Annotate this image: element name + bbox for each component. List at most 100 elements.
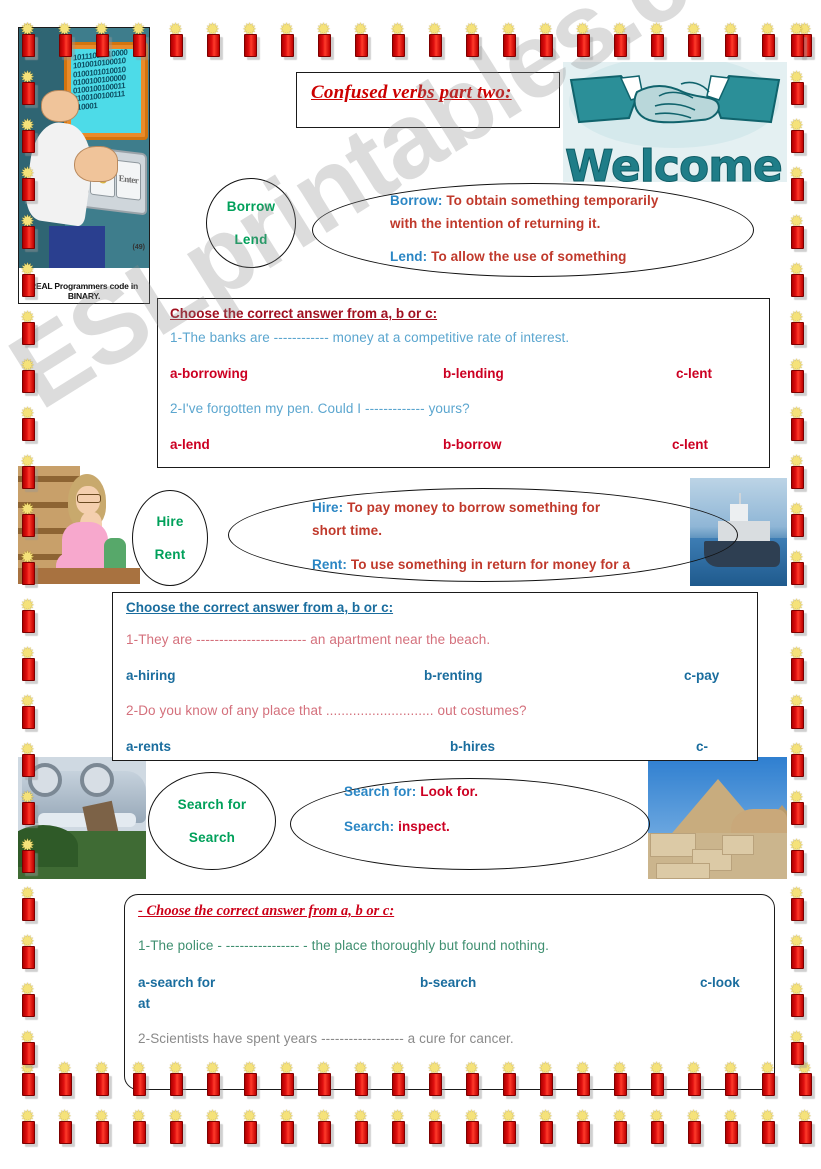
firecracker-icon (18, 934, 36, 969)
firecracker-icon (499, 22, 517, 57)
firecracker-icon (536, 1061, 554, 1096)
definition-search: Search: inspect. (344, 819, 450, 834)
firecracker-icon (647, 22, 665, 57)
firecracker-icon (795, 1061, 813, 1096)
definition-rent: Rent: To use something in return for mon… (312, 557, 630, 572)
firecracker-icon (18, 70, 36, 105)
firecracker-icon (18, 790, 36, 825)
firecracker-icon (388, 1109, 406, 1144)
firecracker-icon (129, 22, 147, 57)
firecracker-icon (314, 1061, 332, 1096)
firecracker-icon (462, 1061, 480, 1096)
definition-hire: Hire: To pay money to borrow something f… (312, 500, 600, 515)
exercise-1-q1-option-b[interactable]: b-lending (443, 366, 504, 381)
definition-text: To allow the use of something (431, 249, 627, 264)
exercise-1-question-1: 1-The banks are ------------ money at a … (170, 330, 570, 345)
welcome-handshake-image: Welcome! (563, 62, 787, 182)
firecracker-icon (240, 22, 258, 57)
definition-text: To pay money to borrow something for (347, 500, 601, 515)
exercise-2-q2-option-a[interactable]: a-rents (126, 739, 171, 754)
exercise-1-q2-option-a[interactable]: a-lend (170, 437, 210, 452)
exercise-1-q2-option-b[interactable]: b-borrow (443, 437, 502, 452)
firecracker-icon (647, 1061, 665, 1096)
firecracker-icon (536, 22, 554, 57)
exercise-3-question-2: 2-Scientists have spent years ----------… (138, 1031, 514, 1046)
firecracker-icon (18, 838, 36, 873)
firecracker-icon (18, 166, 36, 201)
firecracker-icon (787, 982, 805, 1017)
firecracker-icon (240, 1109, 258, 1144)
firecracker-icon (499, 1109, 517, 1144)
firecracker-icon (166, 1109, 184, 1144)
firecracker-icon (18, 646, 36, 681)
firecracker-icon (18, 742, 36, 777)
firecracker-icon (787, 310, 805, 345)
circle-word-lend: Lend (234, 232, 268, 247)
firecracker-icon (277, 1109, 295, 1144)
firecracker-icon (277, 22, 295, 57)
binary-programmer-cartoon: 10111011110000 1010010100010 01001010100… (18, 27, 150, 304)
firecracker-icon (787, 262, 805, 297)
firecracker-icon (787, 214, 805, 249)
exercise-3-q1-option-b[interactable]: b-search (420, 975, 476, 990)
firecracker-icon (462, 22, 480, 57)
definition-label: Borrow: (390, 193, 443, 208)
firecracker-icon (129, 1061, 147, 1096)
firecracker-icon (18, 310, 36, 345)
definition-text: To use something in return for money for… (350, 557, 631, 572)
firecracker-icon (425, 1061, 443, 1096)
exercise-1-q2-option-c[interactable]: c-lent (672, 437, 708, 452)
firecracker-icon (787, 598, 805, 633)
firecracker-icon (18, 22, 36, 57)
firecracker-icon (18, 262, 36, 297)
circle-word-borrow: Borrow (226, 199, 276, 214)
exercise-2-q1-option-b[interactable]: b-renting (424, 668, 483, 683)
firecracker-icon (787, 1030, 805, 1065)
circle-hire-rent: Hire Rent (132, 490, 208, 586)
firecracker-icon (787, 502, 805, 537)
definition-label: Hire: (312, 500, 344, 515)
exercise-2-q2-option-b[interactable]: b-hires (450, 739, 495, 754)
firecracker-icon (684, 1109, 702, 1144)
firecracker-icon (610, 22, 628, 57)
firecracker-icon (55, 1109, 73, 1144)
exercise-2-question-1: 1-They are ------------------------ an a… (126, 632, 491, 647)
woman-shopping-cartoon (18, 466, 140, 584)
definition-label: Search for: (344, 784, 417, 799)
exercise-1-q1-option-a[interactable]: a-borrowing (170, 366, 248, 381)
firecracker-icon (787, 454, 805, 489)
firecracker-icon (351, 1061, 369, 1096)
firecracker-icon (18, 1061, 36, 1096)
firecracker-icon (18, 502, 36, 537)
firecracker-icon (758, 1109, 776, 1144)
page-title: Confused verbs part two: (311, 82, 512, 103)
definition-hire-line2: short time. (312, 523, 383, 538)
firecracker-icon (18, 694, 36, 729)
firecracker-icon (787, 70, 805, 105)
exercise-2-q1-option-a[interactable]: a-hiring (126, 668, 176, 683)
firecracker-icon (787, 886, 805, 921)
exercise-3-q1-option-c[interactable]: c-look (700, 975, 740, 990)
firecracker-icon (388, 22, 406, 57)
exercise-2-q1-option-c[interactable]: c-pay (684, 668, 719, 683)
exercise-1-q1-option-c[interactable]: c-lent (676, 366, 712, 381)
firecracker-icon (18, 454, 36, 489)
definition-text: inspect. (398, 819, 450, 834)
exercise-3-q1-option-c-wrap[interactable]: at (138, 996, 150, 1011)
welcome-text: Welcome! (565, 141, 788, 182)
firecracker-icon (166, 22, 184, 57)
firecracker-icon (684, 22, 702, 57)
firecracker-icon (203, 1109, 221, 1144)
firecracker-icon (55, 22, 73, 57)
firecracker-icon (787, 646, 805, 681)
firecracker-icon (425, 22, 443, 57)
exercise-2-q2-option-c[interactable]: c- (696, 739, 708, 754)
firecracker-icon (787, 934, 805, 969)
firecracker-icon (721, 1109, 739, 1144)
exercise-3-q1-option-a[interactable]: a-search for (138, 975, 215, 990)
exercise-1-question-2: 2-I've forgotten my pen. Could I -------… (170, 401, 470, 416)
cartoon-corner-tag: (49) (132, 244, 145, 251)
definition-label: Search: (344, 819, 395, 834)
binary-screen-text: 10111011110000 1010010100010 01001010100… (73, 49, 127, 113)
firecracker-icon (684, 1061, 702, 1096)
